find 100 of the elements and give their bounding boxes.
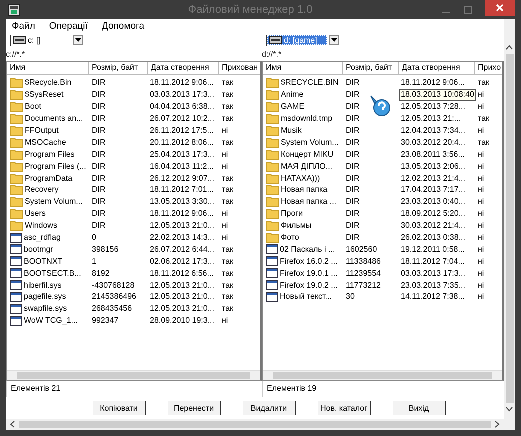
action-button[interactable]: Перенести (168, 401, 221, 415)
file-name-cell[interactable]: WoW TCG_1... (7, 316, 89, 326)
file-name-cell[interactable]: Firefox 19.0.1 ... (263, 268, 343, 278)
file-name-cell[interactable]: 02 Паскаль і ... (263, 244, 343, 254)
app-icon (8, 4, 20, 16)
file-name-cell[interactable]: BOOTNXT (7, 256, 89, 266)
date-cell-text: 18.11.2012 9:06... (149, 78, 215, 88)
file-name-cell[interactable]: System Volum... (263, 136, 343, 148)
drive-dropdown[interactable]: d: [game] (266, 34, 339, 46)
file-name-cell[interactable]: Новая папка (263, 184, 343, 196)
vertical-scrollbar[interactable] (504, 19, 515, 430)
horizontal-scrollbar[interactable] (263, 370, 502, 380)
file-name-cell[interactable]: МАЯ ДІПЛО... (263, 160, 343, 172)
date-cell-text: 12.05.2013 21:0... (149, 221, 216, 230)
menu-item[interactable]: Допомога (102, 21, 145, 33)
file-name-cell[interactable]: Program Files (... (7, 160, 89, 172)
menu-item[interactable]: Файл (12, 21, 36, 33)
date-cell-text: 04.04.2013 6:38... (149, 102, 216, 112)
action-button[interactable]: Нов. каталог (318, 401, 371, 415)
file-name-cell[interactable]: Проги (263, 208, 343, 220)
column-header[interactable]: Прихо (475, 62, 503, 74)
date-cell-text: 02.06.2012 17:3... (149, 256, 216, 266)
file-name-cell[interactable]: FFOutput (7, 125, 89, 136)
action-button[interactable]: Копіювати (93, 401, 146, 415)
file-name-cell[interactable]: MSOCache (7, 136, 89, 148)
file-name-cell[interactable]: Program Files (7, 148, 89, 160)
size-cell-text: DIR (345, 209, 361, 218)
file-name-cell[interactable]: $SysReset (7, 89, 89, 100)
drive-dropdown[interactable]: c: [] (10, 34, 83, 46)
date-cell-text: 30.03.2012 21:4... (400, 221, 466, 230)
horizontal-scrollbar[interactable] (7, 370, 260, 380)
window-file-icon (10, 232, 22, 243)
size-cell-text: DIR (91, 221, 107, 230)
file-name-cell[interactable]: Windows (7, 220, 89, 232)
action-button[interactable]: Вихід (393, 401, 446, 415)
file-name-cell[interactable]: Documents an... (7, 113, 89, 124)
file-name-cell[interactable]: Новый текст... (263, 292, 343, 302)
scroll-down-icon[interactable] (506, 407, 513, 412)
hidden-cell-text: ні (477, 150, 486, 159)
dropdown-arrow-icon[interactable] (330, 38, 338, 42)
folder-icon (266, 125, 279, 136)
column-header[interactable]: Розмір, байт (343, 62, 399, 74)
maximize-icon[interactable] (463, 4, 473, 14)
file-name-cell[interactable]: $RECYCLE.BIN (263, 77, 343, 88)
file-name-cell[interactable]: Anime (263, 89, 343, 100)
column-header[interactable]: Дата створення (399, 62, 475, 74)
hidden-cell-text: ні (477, 256, 486, 266)
file-name-cell[interactable]: Концерт MIKU (263, 148, 343, 160)
column-header[interactable]: Прихован (219, 62, 259, 74)
menu-item[interactable]: Операції (49, 21, 88, 33)
file-name-cell[interactable]: swapfile.sys (7, 304, 89, 314)
hidden-cell-text: ні (477, 162, 486, 171)
file-name-cell[interactable]: hiberfil.sys (7, 280, 89, 290)
scroll-up-icon[interactable] (506, 45, 513, 50)
file-name-cell[interactable]: asc_rdflag (7, 232, 89, 243)
file-name-cell[interactable]: System Volum... (7, 196, 89, 208)
horizontal-scrollbar[interactable] (6, 419, 504, 430)
file-name-cell[interactable]: Boot (7, 101, 89, 112)
size-cell-text: DIR (345, 233, 361, 242)
file-name-cell[interactable]: Firefox 19.0.2 ... (263, 280, 343, 290)
file-name-cell[interactable]: Users (7, 208, 89, 220)
file-name-cell[interactable]: BOOTSECT.B... (7, 268, 89, 278)
window-file-icon (10, 268, 22, 278)
size-cell-text: DIR (91, 90, 107, 100)
hidden-cell-text: ні (477, 102, 486, 112)
file-name-cell[interactable]: НАТАХА))) (263, 172, 343, 184)
action-button[interactable]: Видалити (243, 401, 296, 415)
size-cell-text: DIR (91, 162, 107, 171)
folder-icon (266, 148, 279, 160)
folder-icon (266, 208, 279, 220)
file-name-cell[interactable]: Musik (263, 125, 343, 136)
size-cell-text: DIR (91, 114, 107, 124)
file-name-cell[interactable]: Firefox 16.0.2 ... (263, 256, 343, 266)
size-cell-text: 398156 (91, 244, 120, 254)
hidden-cell-text: так (477, 114, 491, 124)
close-button[interactable] (485, 0, 515, 16)
dropdown-arrow-icon[interactable] (74, 38, 82, 42)
column-header[interactable]: Розмір, байт (89, 62, 148, 74)
size-cell-text: 8192 (91, 268, 111, 278)
hidden-cell-text: так (221, 280, 235, 290)
hidden-cell-text: так (221, 174, 235, 183)
file-name-cell[interactable]: ProgramData (7, 172, 89, 184)
column-header[interactable]: Имя (7, 62, 89, 74)
column-header[interactable]: Дата створення (148, 62, 219, 74)
file-name-cell[interactable]: pagefile.sys (7, 292, 89, 302)
folder-icon (10, 184, 23, 196)
scroll-left-icon[interactable] (10, 421, 15, 428)
size-cell-text: DIR (91, 78, 107, 88)
scroll-right-icon[interactable] (495, 421, 500, 428)
column-header[interactable]: Имя (263, 62, 343, 74)
file-name-cell[interactable]: bootmgr (7, 244, 89, 254)
file-name-cell[interactable]: Фильмы (263, 220, 343, 232)
size-cell-text: 268435456 (91, 304, 134, 314)
file-name-cell[interactable]: $Recycle.Bin (7, 77, 89, 88)
file-name-cell[interactable]: GAME (263, 101, 343, 112)
file-name-cell[interactable]: Новая папка ... (263, 196, 343, 208)
file-name-cell[interactable]: Фото (263, 232, 343, 244)
hidden-cell-text: так (477, 78, 491, 88)
file-name-cell[interactable]: msdownld.tmp (263, 113, 343, 124)
file-name-cell[interactable]: Recovery (7, 184, 89, 196)
